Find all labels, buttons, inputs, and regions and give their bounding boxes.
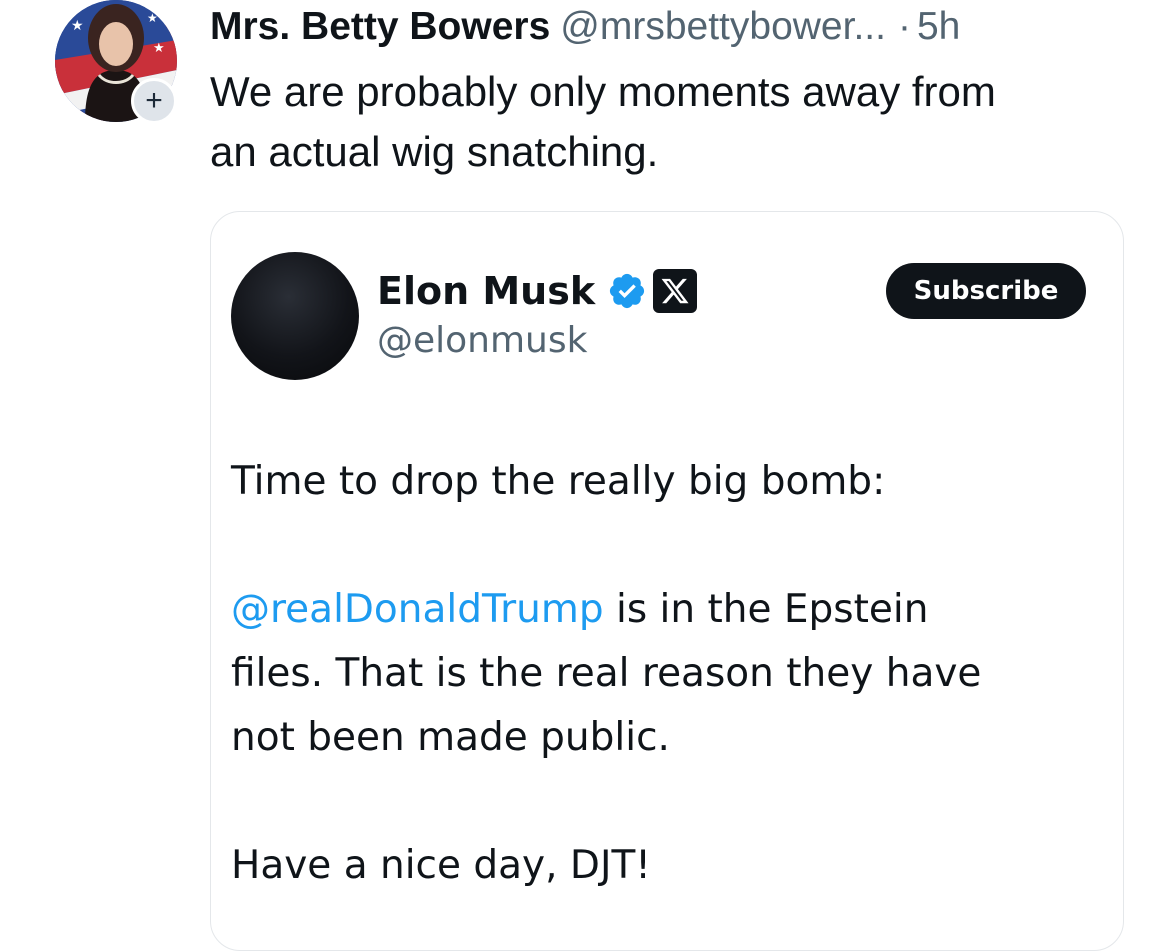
svg-text:★: ★ [153, 40, 165, 55]
quoted-author-name[interactable]: Elon Musk [377, 269, 595, 313]
subscribe-button[interactable]: Subscribe [886, 263, 1086, 319]
quoted-avatar[interactable] [231, 252, 359, 380]
quoted-name-row: Elon Musk [377, 266, 698, 316]
quoted-paragraph: @realDonaldTrump is in the Epstein [231, 578, 1091, 642]
quoted-paragraph: Have a nice day, DJT! [231, 843, 651, 888]
separator-dot: · [897, 5, 911, 48]
verified-badge-icon [610, 273, 645, 309]
post-header: Mrs. Betty Bowers @mrsbettybower... · 5h [210, 2, 1140, 52]
quoted-paragraph: files. That is the real reason they have [231, 651, 982, 696]
author-avatar-wrap[interactable]: ★ ★ ★ + [55, 0, 180, 125]
post-text-line: We are probably only moments away from [210, 68, 996, 115]
x-logo-icon [653, 269, 698, 313]
quoted-post-card[interactable]: Elon Musk @elonmusk Subscribe Time to dr… [210, 211, 1124, 951]
quoted-paragraph: not been made public. [231, 715, 670, 760]
post-time[interactable]: 5h [917, 5, 960, 48]
quoted-text-span: is in the Epstein [603, 587, 929, 632]
author-handle[interactable]: @mrsbettybower... [560, 5, 886, 48]
quoted-paragraph: Time to drop the really big bomb: [231, 459, 886, 504]
post-text: We are probably only moments away from a… [210, 62, 1140, 182]
quoted-author-handle[interactable]: @elonmusk [377, 320, 587, 361]
plus-icon: + [145, 84, 163, 117]
svg-text:★: ★ [147, 11, 158, 25]
post-text-line: an actual wig snatching. [210, 128, 659, 175]
mention-link[interactable]: @realDonaldTrump [231, 587, 604, 632]
quoted-post-body: Time to drop the really big bomb: @realD… [231, 450, 1091, 898]
follow-plus-button[interactable]: + [131, 78, 177, 124]
author-name[interactable]: Mrs. Betty Bowers [210, 5, 550, 48]
svg-text:★: ★ [71, 17, 84, 33]
